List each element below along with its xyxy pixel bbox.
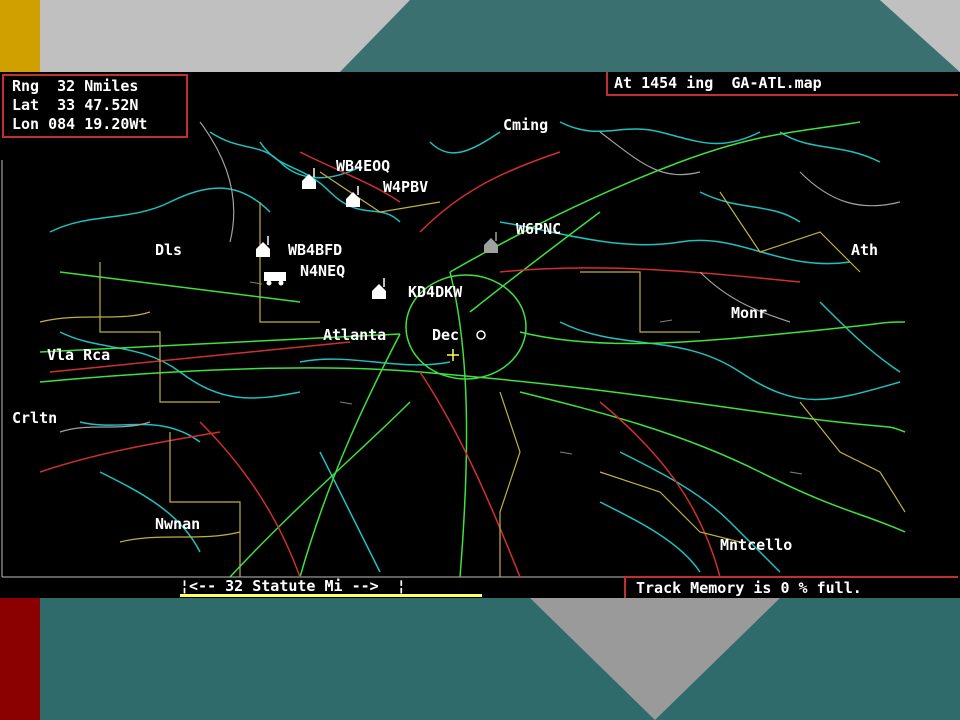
station-callsign[interactable]: WB4BFD xyxy=(288,242,342,258)
place-label: Ath xyxy=(851,241,879,259)
van-icon[interactable] xyxy=(264,272,286,286)
scale-readout: ¦<-- 32 Statute Mi --> ¦ xyxy=(180,577,406,595)
time-map-readout: At 1454 ing GA-ATL.map xyxy=(614,74,822,92)
scale-underline xyxy=(180,594,482,597)
place-label: Dls xyxy=(155,241,183,259)
house-icon[interactable] xyxy=(484,232,498,253)
station-callsign[interactable]: KD4DKW xyxy=(408,284,462,300)
position-info-box: Rng 32 Nmiles Lat 33 47.52N Lon 084 19.2… xyxy=(2,74,188,138)
dec-marker-icon xyxy=(476,330,486,340)
range-readout: Rng 32 Nmiles xyxy=(12,77,139,95)
station-callsign[interactable]: W6PNC xyxy=(516,221,561,237)
place-label: Nwnan xyxy=(155,515,201,533)
place-label: Mntcello xyxy=(720,536,793,554)
time-map-box: At 1454 ing GA-ATL.map xyxy=(606,72,958,96)
place-label: Dec xyxy=(432,326,460,344)
place-label: Cming xyxy=(503,116,549,134)
latitude-readout: Lat 33 47.52N xyxy=(12,96,139,114)
scale-bar: ¦<-- 32 Statute Mi --> ¦ xyxy=(180,576,482,596)
crosshair-cursor-icon[interactable] xyxy=(447,349,459,361)
house-icon[interactable] xyxy=(346,186,360,207)
track-memory-box: Track Memory is 0 % full. xyxy=(624,576,958,598)
station-callsign[interactable]: WB4EOQ xyxy=(336,158,390,174)
house-icon[interactable] xyxy=(256,236,270,257)
track-memory-status: Track Memory is 0 % full. xyxy=(636,579,862,597)
place-label: Monr xyxy=(731,304,768,322)
house-icon[interactable] xyxy=(302,168,316,189)
longitude-readout: Lon 084 19.20Wt xyxy=(12,115,148,133)
place-label: Crltn xyxy=(12,409,58,427)
place-label: Atlanta xyxy=(323,326,387,344)
station-callsign[interactable]: N4NEQ xyxy=(300,263,345,279)
place-label: Vla Rca xyxy=(47,346,111,364)
station-callsign[interactable]: W4PBV xyxy=(383,179,428,195)
house-icon[interactable] xyxy=(372,278,386,299)
